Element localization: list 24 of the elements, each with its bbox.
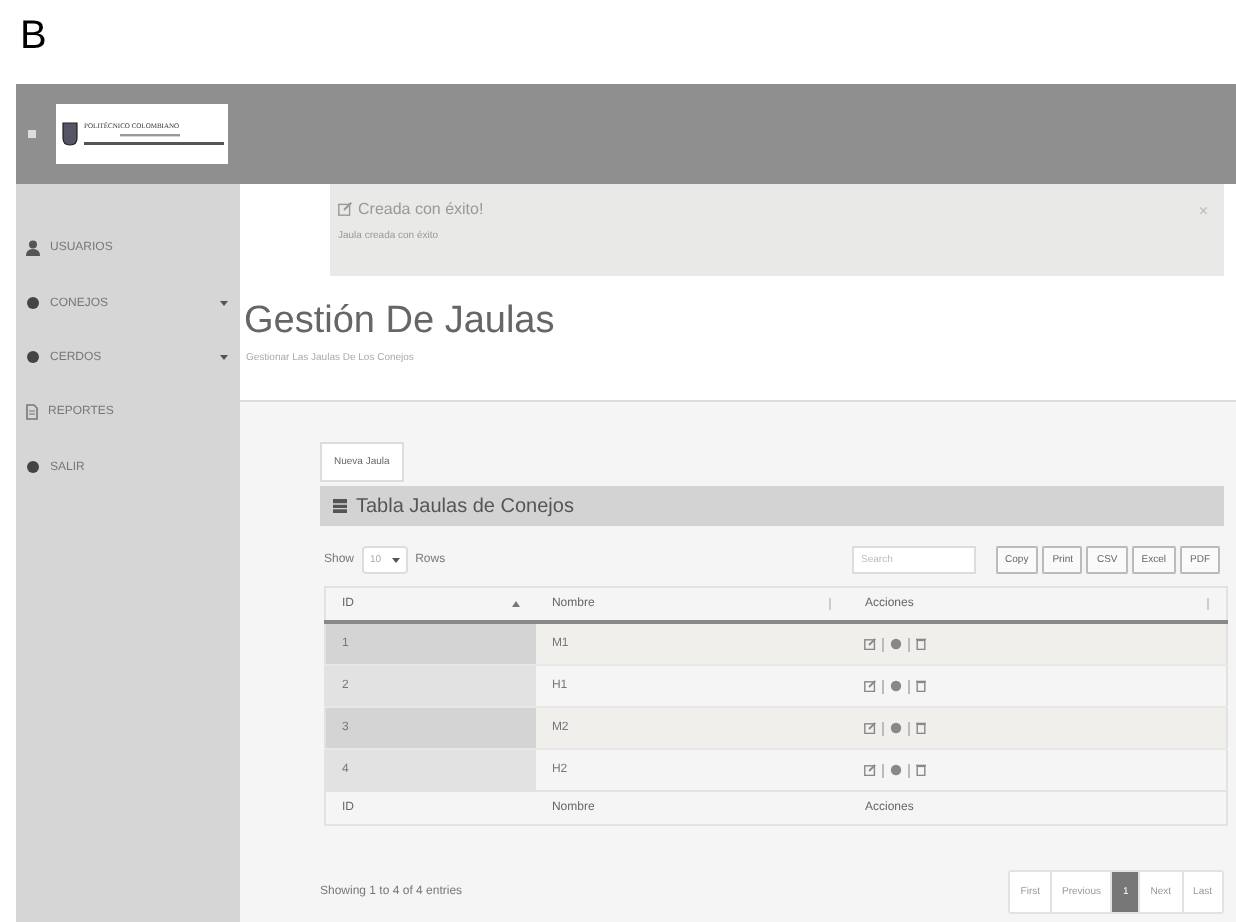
- edit-icon[interactable]: [864, 764, 877, 776]
- sort-up-icon: [511, 600, 520, 608]
- sort-icon: [828, 598, 833, 610]
- trash-icon[interactable]: [916, 638, 927, 650]
- panel-title: Tabla Jaulas de Conejos: [356, 495, 574, 517]
- edit-icon[interactable]: [864, 722, 877, 734]
- trash-icon[interactable]: [916, 722, 927, 734]
- user-icon: [26, 240, 40, 256]
- table-icon: [332, 498, 348, 514]
- edit-icon: [338, 202, 352, 216]
- document-icon: [26, 404, 38, 420]
- dot-icon: [26, 460, 40, 474]
- crest-icon: [62, 122, 78, 146]
- edit-icon[interactable]: [864, 680, 877, 692]
- figure-label: B: [18, 12, 49, 62]
- logo-lines-drawing: [84, 134, 224, 146]
- edit-icon[interactable]: [864, 638, 877, 650]
- dot-icon: [26, 350, 40, 364]
- trash-icon[interactable]: [916, 764, 927, 776]
- page-title: Gestión De Jaulas: [242, 298, 557, 344]
- alert-title: Creada con éxito!: [358, 200, 484, 218]
- caret-icon: [391, 556, 400, 564]
- dot-icon: [26, 296, 40, 310]
- trash-icon[interactable]: [916, 680, 927, 692]
